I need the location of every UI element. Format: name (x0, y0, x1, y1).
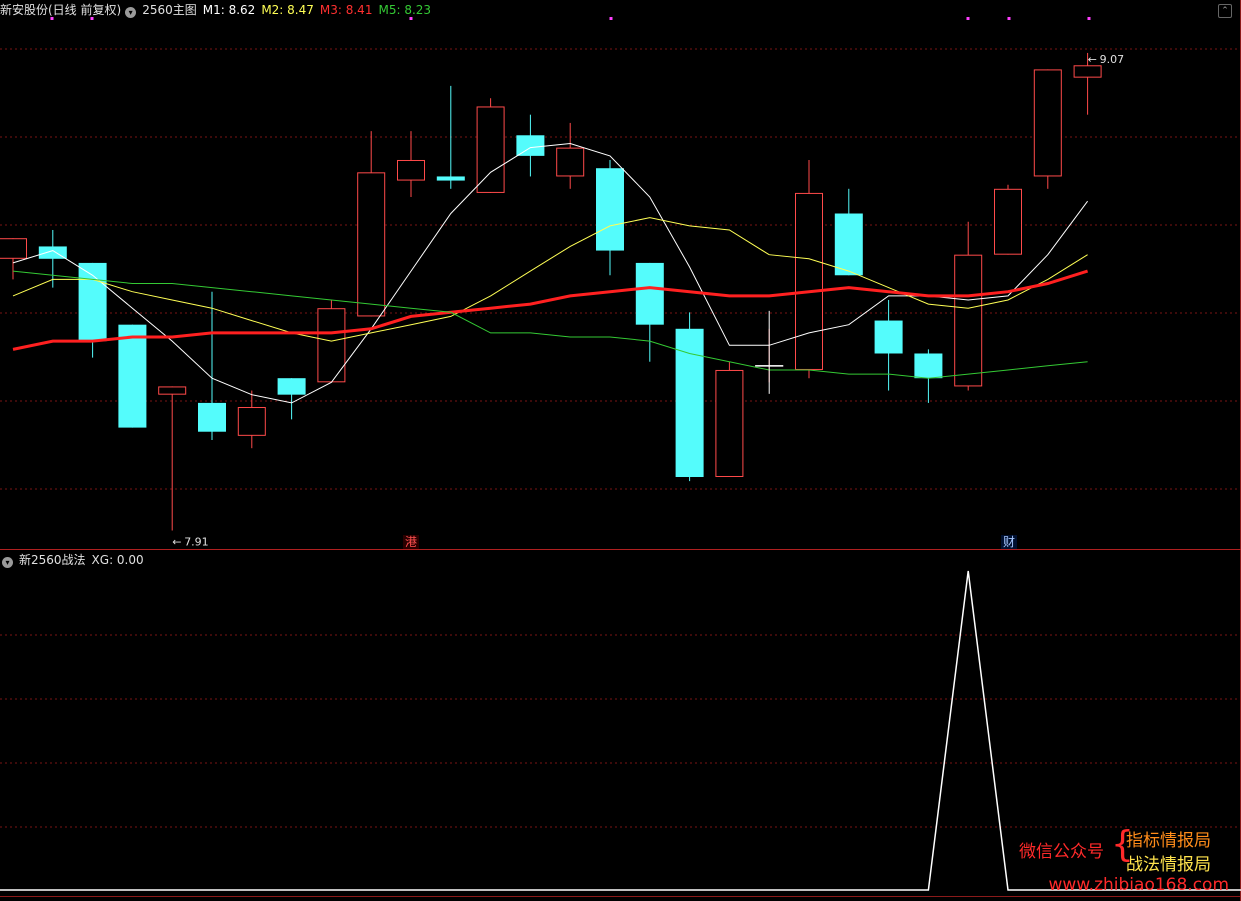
candle-body[interactable] (0, 238, 27, 259)
candle-body[interactable] (994, 188, 1022, 255)
event-dot (1007, 17, 1011, 20)
candle-body[interactable] (635, 262, 664, 325)
chart-canvas[interactable]: ← 7.91← 9.07港财 (0, 0, 1241, 901)
candle-body[interactable] (397, 159, 425, 181)
candle-body[interactable] (78, 262, 107, 342)
candle-body[interactable] (198, 402, 226, 432)
stock-title: 新安股份(日线 前复权) (0, 3, 122, 17)
candle-body[interactable] (357, 172, 386, 317)
candle-body[interactable] (118, 324, 147, 428)
ma-line-m2 (12, 217, 1088, 342)
collapse-button[interactable]: ⌃ (1218, 4, 1232, 18)
high-price-annotation-arrow: ← (1088, 53, 1097, 66)
candle-body[interactable] (317, 308, 346, 383)
indicator-name[interactable]: 2560主图 (142, 3, 197, 17)
marker-cai[interactable]: 财 (1003, 535, 1015, 549)
watermark-url: www.zhibiao168.com (1048, 875, 1229, 895)
watermark-label: 微信公众号 (1019, 842, 1104, 862)
candle-body[interactable] (476, 106, 505, 193)
m5-value: M5: 8.23 (378, 3, 432, 17)
event-dot (1087, 17, 1091, 20)
watermark: 微信公众号 { 指标情报局 战法情报局 www.zhibiao168.com (1019, 825, 1229, 900)
main-chart-header: 新安股份(日线 前复权) ▾ 2560主图 M1: 8.62 M2: 8.47 M3: 8… (0, 3, 437, 18)
candle-body[interactable] (954, 254, 983, 387)
candle-body[interactable] (715, 369, 744, 478)
watermark-line1: 指标情报局 (1126, 831, 1211, 851)
collapse-icon: ⌃ (1221, 6, 1229, 16)
candle-body[interactable] (914, 353, 943, 379)
candle-body[interactable] (237, 407, 266, 436)
marker-gang[interactable]: 港 (405, 535, 417, 549)
candle-body[interactable] (1033, 69, 1062, 177)
xg-value: XG: 0.00 (91, 553, 144, 567)
sub-chart-header: ▾ 新2560战法 XG: 0.00 (0, 553, 150, 568)
sub-indicator-name[interactable]: 新2560战法 (19, 553, 86, 567)
candle-body[interactable] (436, 176, 465, 181)
candle-body[interactable] (795, 192, 823, 370)
event-dot (966, 17, 970, 20)
candle-body[interactable] (675, 328, 704, 478)
candle-body[interactable] (1073, 65, 1102, 78)
candle-body[interactable] (516, 135, 545, 156)
m2-value: M2: 8.47 (261, 3, 314, 17)
event-dot (609, 17, 613, 20)
candle-body[interactable] (158, 386, 187, 395)
low-price-annotation: 7.91 (184, 536, 209, 549)
candle-body[interactable] (277, 378, 306, 395)
low-price-annotation-arrow: ← (172, 536, 181, 549)
candle-body[interactable] (596, 168, 624, 251)
candle-body[interactable] (556, 147, 585, 177)
chevron-down-icon[interactable]: ▾ (125, 7, 137, 18)
ma-line-m3 (12, 269, 1089, 351)
chevron-down-icon[interactable]: ▾ (2, 557, 13, 568)
candle-body[interactable] (874, 320, 903, 354)
watermark-line2: 战法情报局 (1126, 855, 1211, 875)
m3-value: M3: 8.41 (319, 3, 373, 17)
candle-body[interactable] (834, 213, 863, 276)
high-price-annotation: 9.07 (1100, 53, 1125, 66)
m1-value: M1: 8.62 (202, 3, 256, 17)
